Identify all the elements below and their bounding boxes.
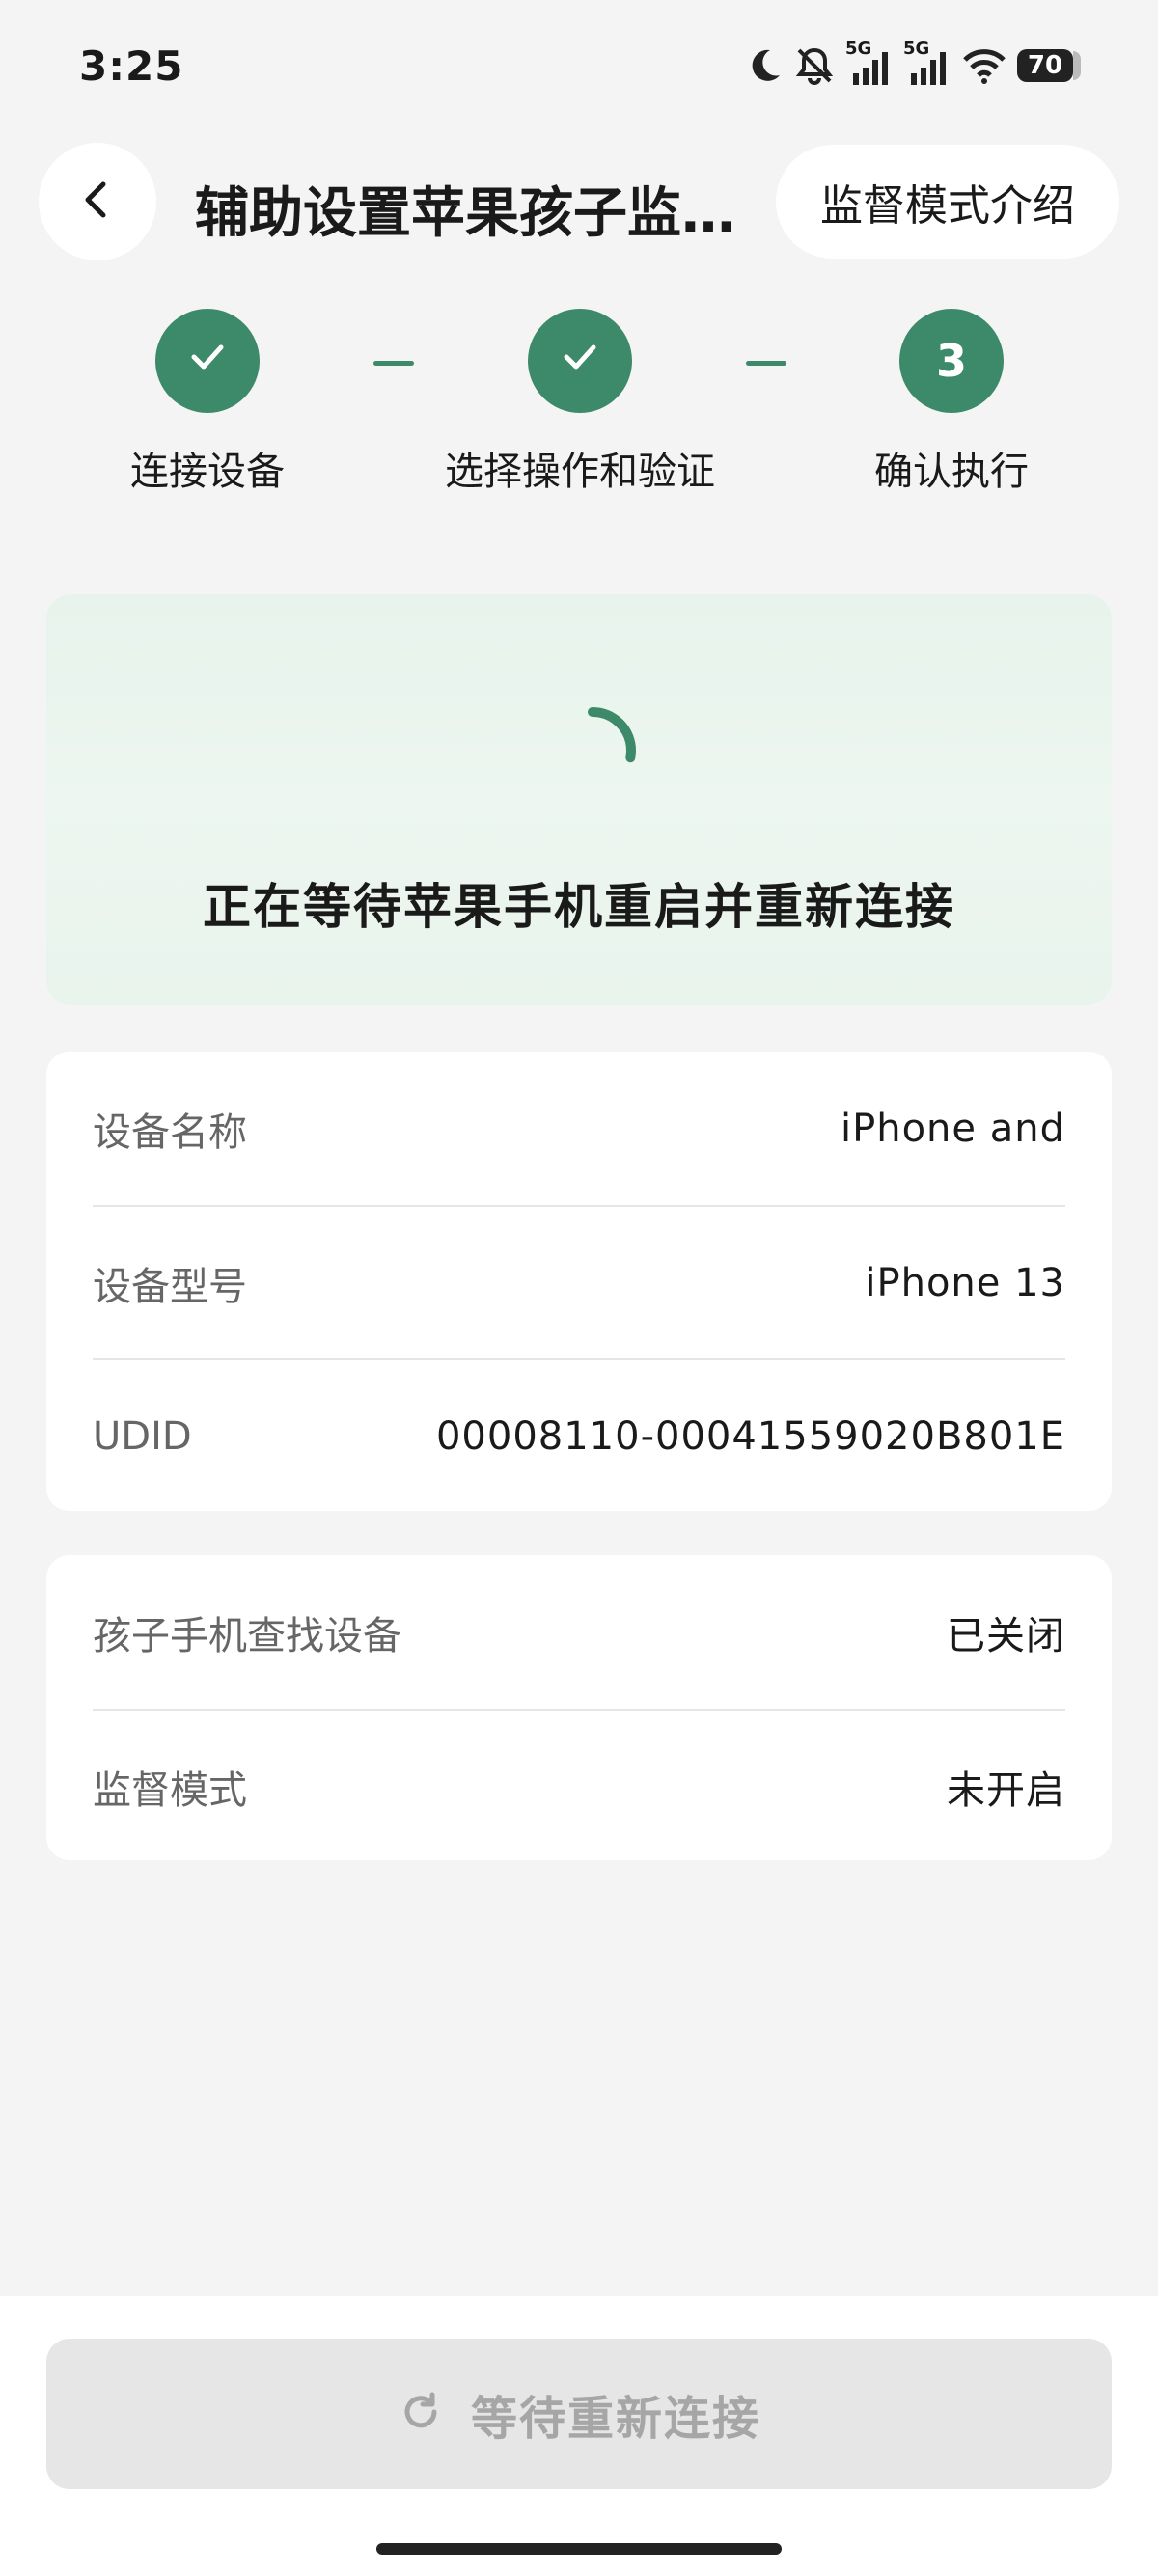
check-icon: [183, 332, 232, 391]
wifi-icon: [961, 46, 1007, 85]
waiting-message: 正在等待苹果手机重启并重新连接: [203, 879, 955, 935]
supervision-mode-row: 监督模式 未开启: [93, 1709, 1065, 1862]
step-done-marker: [155, 309, 260, 413]
page-title: 辅助设置苹果孩子监...: [195, 182, 735, 245]
status-bar: 3:25 5G 5G 70: [0, 0, 1158, 135]
device-info-card: 设备名称 iPhone and 设备型号 iPhone 13 UDID 0000…: [46, 1052, 1112, 1511]
back-button[interactable]: [39, 143, 156, 260]
row-label: 监督模式: [93, 1768, 247, 1813]
row-label: 设备名称: [93, 1110, 247, 1155]
loading-spinner-icon: [579, 704, 647, 801]
step-label: 确认执行: [874, 450, 1029, 494]
row-value: 已关闭: [947, 1613, 1065, 1658]
bell-muted-icon: [793, 44, 836, 87]
row-value: 未开启: [947, 1768, 1065, 1813]
step-connector: [373, 361, 414, 366]
home-indicator[interactable]: [376, 2543, 782, 2555]
find-device-row: 孩子手机查找设备 已关闭: [93, 1555, 1065, 1709]
status-icons: 5G 5G 70: [745, 39, 1081, 89]
signal-icon: 5G: [903, 39, 951, 87]
device-model-row: 设备型号 iPhone 13: [93, 1205, 1065, 1358]
battery-tip: [1073, 51, 1081, 80]
network-label: 5G: [845, 39, 872, 59]
row-label: UDID: [93, 1413, 192, 1459]
row-value: iPhone and: [841, 1106, 1065, 1151]
chevron-left-icon: [74, 177, 121, 227]
step-label: 连接设备: [130, 450, 285, 494]
moon-icon: [745, 46, 784, 85]
network-label: 5G: [903, 39, 930, 59]
button-label: 等待重新连接: [470, 2392, 760, 2446]
battery-level: 70: [1017, 49, 1073, 82]
supervision-mode-intro-button[interactable]: 监督模式介绍: [776, 145, 1119, 259]
step-label: 选择操作和验证: [445, 450, 715, 494]
row-label: 孩子手机查找设备: [93, 1613, 401, 1658]
device-name-row: 设备名称 iPhone and: [93, 1052, 1065, 1205]
check-icon: [556, 332, 604, 391]
status-time: 3:25: [79, 42, 184, 90]
step-done-marker: [528, 309, 632, 413]
step-select-and-verify: 选择操作和验证: [416, 309, 744, 496]
step-connector: [746, 361, 786, 366]
refresh-icon: [398, 2389, 444, 2439]
step-number-marker: 3: [899, 309, 1004, 413]
signal-icon: 5G: [845, 39, 894, 87]
row-value: 00008110-00041559020B801E: [435, 1413, 1065, 1459]
udid-row: UDID 00008110-00041559020B801E: [93, 1358, 1065, 1512]
row-value: iPhone 13: [865, 1260, 1065, 1305]
step-connect-device: 连接设备: [43, 309, 372, 496]
status-card: 孩子手机查找设备 已关闭 监督模式 未开启: [46, 1555, 1112, 1860]
row-label: 设备型号: [93, 1264, 247, 1309]
step-confirm-execute: 3 确认执行: [787, 309, 1116, 496]
waiting-reconnect-button[interactable]: 等待重新连接: [46, 2339, 1112, 2489]
screen: 3:25 5G 5G 70 辅助设置苹果孩子监... 监督模式介绍 连接设备 选…: [0, 0, 1158, 2576]
battery-icon: 70: [1017, 49, 1081, 82]
